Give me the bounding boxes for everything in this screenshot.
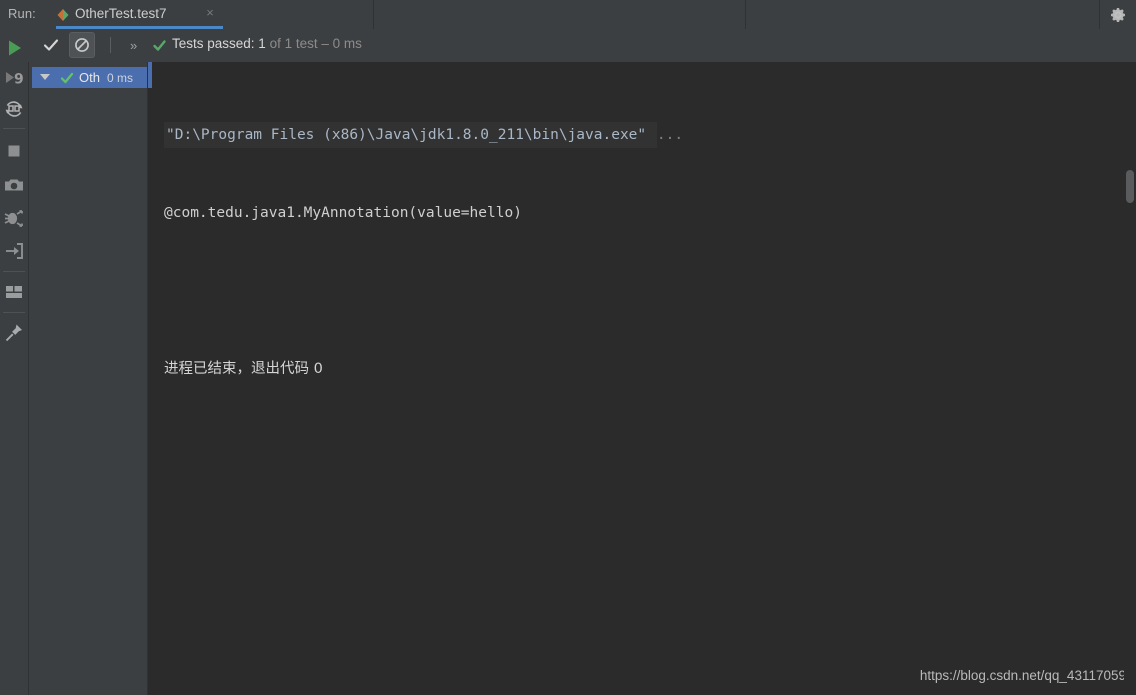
junit-test-icon bbox=[56, 8, 70, 22]
console-scrollbar[interactable] bbox=[1124, 62, 1136, 695]
tab-title: OtherTest.test7 bbox=[75, 6, 167, 21]
test-results-tree[interactable]: Oth 0 ms bbox=[29, 62, 147, 695]
camera-icon[interactable] bbox=[1, 172, 27, 198]
green-check-icon bbox=[60, 71, 74, 85]
show-passed-tests-button[interactable] bbox=[38, 32, 64, 58]
close-icon[interactable]: × bbox=[204, 6, 216, 20]
header-divider-right bbox=[745, 0, 746, 29]
svg-text:9: 9 bbox=[14, 72, 24, 88]
tree-row-label: Oth bbox=[79, 70, 100, 85]
toolbar-separator bbox=[110, 37, 111, 53]
console-command-text: "D:\Program Files (x86)\Java\jdk1.8.0_21… bbox=[164, 122, 657, 148]
console-scrollbar-thumb[interactable] bbox=[1126, 170, 1134, 203]
console-line-exit: 进程已结束，退出代码 0 bbox=[164, 361, 323, 377]
export-arrow-icon[interactable] bbox=[1, 238, 27, 264]
tree-row-duration: 0 ms bbox=[107, 71, 134, 85]
console-line-command: "D:\Program Files (x86)\Java\jdk1.8.0_21… bbox=[164, 122, 683, 148]
layout-panels-icon[interactable] bbox=[1, 279, 27, 305]
test-runner-toolbar: » Tests passed: 1 of 1 test – 0 ms bbox=[0, 29, 1136, 62]
expand-all-icon[interactable]: » bbox=[130, 38, 137, 53]
console-line-output: @com.tedu.java1.MyAnnotation(value=hello… bbox=[164, 205, 522, 221]
run-tool-window-label: Run: bbox=[8, 6, 36, 21]
console-output[interactable]: "D:\Program Files (x86)\Java\jdk1.8.0_21… bbox=[148, 62, 1136, 695]
tab-othertest-test7[interactable]: OtherTest.test7 × bbox=[52, 0, 226, 29]
header-divider-left bbox=[373, 0, 374, 29]
sidebar-separator-3 bbox=[3, 312, 25, 313]
tests-total-time: of 1 test – 0 ms bbox=[265, 36, 362, 51]
gear-icon[interactable] bbox=[1108, 5, 1128, 25]
stop-square-icon[interactable] bbox=[1, 138, 27, 164]
sidebar-separator-2 bbox=[3, 271, 25, 272]
console-command-ellipsis: ... bbox=[656, 127, 684, 143]
tests-passed-count: Tests passed: 1 bbox=[172, 36, 266, 51]
test-status-text: Tests passed: 1 of 1 test – 0 ms bbox=[172, 36, 362, 51]
chevron-down-icon[interactable] bbox=[40, 74, 50, 80]
console-run-marker bbox=[148, 62, 152, 88]
rerun-failed-tests-button[interactable]: 9 bbox=[1, 65, 27, 91]
auto-test-refresh-icon[interactable] bbox=[1, 96, 27, 122]
run-actions-sidebar: 9 bbox=[0, 40, 28, 695]
watermark-text: https://blog.csdn.net/qq_43117059 bbox=[919, 668, 1126, 683]
debug-bug-icon[interactable] bbox=[1, 205, 27, 231]
run-tool-window: Run: OtherTest.test7 × » Tests passed: 1… bbox=[0, 0, 1136, 695]
pin-icon[interactable] bbox=[1, 320, 27, 346]
sidebar-separator-1 bbox=[3, 128, 25, 129]
tree-row-selected[interactable]: Oth 0 ms bbox=[32, 67, 147, 88]
console-text: "D:\Program Files (x86)\Java\jdk1.8.0_21… bbox=[164, 70, 683, 434]
run-tab-strip: Run: OtherTest.test7 × bbox=[0, 0, 1136, 29]
rerun-button[interactable] bbox=[1, 35, 27, 61]
green-check-icon bbox=[152, 38, 167, 53]
header-divider-gear bbox=[1099, 0, 1100, 29]
hide-ignored-tests-button[interactable] bbox=[69, 32, 95, 58]
